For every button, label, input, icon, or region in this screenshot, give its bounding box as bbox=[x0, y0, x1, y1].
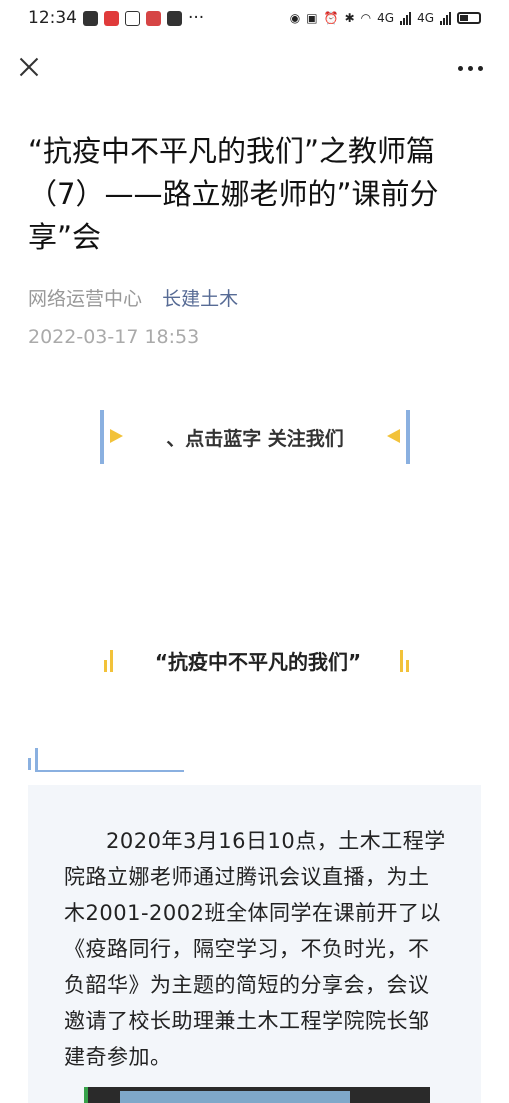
status-more-label: ··· bbox=[188, 8, 205, 28]
nav-bar bbox=[0, 44, 509, 94]
triangle-left-icon bbox=[387, 429, 400, 443]
bluetooth-icon: ✱ bbox=[344, 11, 355, 25]
section-heading-text: “抗疫中不平凡的我们” bbox=[154, 650, 362, 674]
signal-icon-2 bbox=[440, 11, 451, 25]
wifi-icon: ◠ bbox=[360, 11, 372, 25]
follow-banner[interactable]: 、点击蓝字 关注我们 bbox=[100, 410, 410, 464]
network-label-2: 4G bbox=[417, 11, 434, 25]
bars-decoration-icon bbox=[400, 650, 412, 672]
article-title: “抗疫中不平凡的我们”之教师篇（7）——路立娜老师的”课前分享”会 bbox=[28, 134, 439, 254]
section-heading: “抗疫中不平凡的我们” bbox=[98, 640, 418, 680]
article-image[interactable] bbox=[84, 1087, 430, 1103]
status-right: ◉ ▣ ⏰ ✱ ◠ 4G 4G bbox=[290, 11, 481, 25]
account-link[interactable]: 长建土木 bbox=[162, 288, 238, 310]
status-bar: 12:34 ··· ◉ ▣ ⏰ ✱ ◠ 4G 4G bbox=[0, 0, 509, 36]
article-date: 2022-03-17 18:53 bbox=[28, 326, 200, 348]
alarm-icon: ⏰ bbox=[323, 11, 339, 25]
eye-icon: ◉ bbox=[289, 11, 301, 25]
wechat-icon bbox=[167, 10, 182, 26]
app-icon bbox=[104, 10, 119, 26]
content-box: 2020年3月16日10点，土木工程学院路立娜老师通过腾讯会议直播，为土木200… bbox=[28, 785, 481, 1103]
article-meta: 网络运营中心 长建土木 bbox=[28, 284, 238, 311]
battery-icon bbox=[457, 12, 481, 24]
close-icon[interactable] bbox=[14, 52, 44, 82]
chat-bubble-icon bbox=[83, 10, 98, 26]
signal-icon bbox=[400, 11, 412, 25]
follow-text[interactable]: 、点击蓝字 关注我们 bbox=[100, 424, 410, 451]
alipay-icon bbox=[125, 10, 140, 26]
body-paragraph: 2020年3月16日10点，土木工程学院路立娜老师通过腾讯会议直播，为土木200… bbox=[64, 829, 446, 1069]
network-label-1: 4G bbox=[377, 11, 395, 25]
more-icon[interactable] bbox=[458, 66, 483, 71]
book-icon bbox=[146, 10, 161, 26]
nfc-icon: ▣ bbox=[306, 11, 318, 25]
status-time: 12:34 bbox=[28, 8, 77, 28]
status-left: 12:34 ··· bbox=[28, 8, 204, 28]
divider-decoration bbox=[28, 748, 184, 772]
banner-bar-right bbox=[406, 410, 410, 464]
article-author: 网络运营中心 bbox=[28, 288, 143, 310]
